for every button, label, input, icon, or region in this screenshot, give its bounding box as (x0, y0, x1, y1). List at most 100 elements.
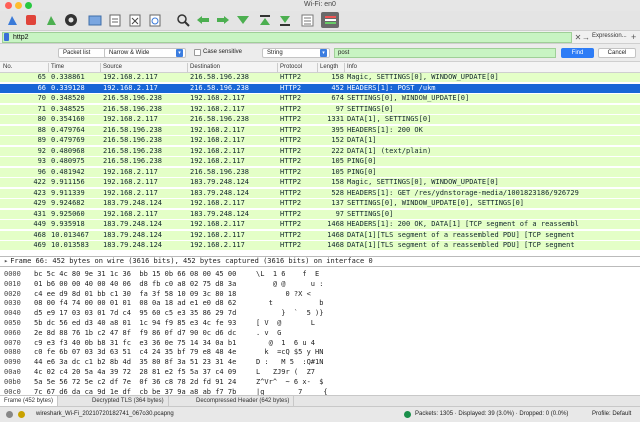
add-filter-button[interactable]: + (631, 32, 636, 42)
packet-row[interactable]: 80 0.354160 192.168.2.117 216.58.196.238 HTT… (0, 115, 640, 124)
packet-row[interactable]: 92 0.480968 216.58.196.238 192.168.2.117 HTT… (0, 146, 640, 156)
go-to-packet-icon[interactable] (235, 12, 251, 28)
hex-row[interactable]: 0070 c9 e3 f3 40 0b b8 31 fc e3 36 0e 75 … (0, 339, 640, 348)
capture-comment-icon[interactable] (18, 411, 25, 418)
packet-cell-no: 423 (33, 188, 46, 197)
hex-row[interactable]: 0000 bc 5c 4c 80 9e 31 1c 36 bb 15 0b 66 … (0, 270, 640, 279)
packet-row[interactable]: 96 0.481942 192.168.2.117 216.58.196.238 HTT… (0, 167, 640, 177)
hex-off: 0060 (4, 328, 21, 337)
close-file-icon[interactable] (127, 12, 143, 28)
packet-cell-proto: HTTP2 (280, 220, 302, 228)
hex-off: 00b0 (4, 377, 21, 386)
expert-info-icon[interactable] (6, 411, 13, 418)
packet-row[interactable]: 431 9.925060 192.168.2.117 183.79.248.124 HT… (0, 209, 640, 219)
packet-cell-src: 192.168.2.117 (103, 178, 158, 186)
hex-row[interactable]: 00a0 4c 02 c4 20 5a 4a 39 72 28 81 e2 f5 … (0, 368, 640, 377)
status-bar: wireshark_Wi-Fi_20210720182741_067o30.pc… (0, 406, 640, 422)
packet-cell-src: 183.79.248.124 (103, 220, 163, 228)
expression-button[interactable]: Expression... (592, 33, 627, 39)
shark-fin-start-icon[interactable] (4, 12, 20, 28)
packet-row[interactable]: 70 0.348520 216.58.196.238 192.168.2.117 HTT… (0, 94, 640, 103)
packet-cell-time: 0.348525 (51, 104, 85, 113)
hex-bytes: c9 e3 f3 40 0b b8 31 fc e3 36 0e 75 14 3… (34, 338, 237, 347)
stop-icon[interactable] (23, 12, 39, 28)
hex-row[interactable]: 0080 c0 fe 6b 07 03 3d 63 51 c4 24 35 bf … (0, 348, 640, 357)
hex-row[interactable]: 00b0 5a 5e 56 72 5e c2 df 7e 0f 36 c8 78 … (0, 378, 640, 387)
packet-cell-no: 449 (33, 220, 46, 228)
go-first-icon[interactable] (257, 12, 273, 28)
find-input[interactable]: post (334, 48, 556, 58)
packet-cell-dst: 216.58.196.238 (190, 115, 250, 123)
hex-row[interactable]: 0090 44 e6 3a dc c1 b2 8b 4d 35 80 8f 3a … (0, 358, 640, 367)
packet-cell-proto: HTTP2 (280, 199, 302, 207)
open-folder-icon[interactable] (87, 12, 103, 28)
search-icon[interactable] (175, 12, 191, 28)
save-icon[interactable] (107, 12, 123, 28)
packet-details[interactable]: ▸ Frame 66: 452 bytes on wire (3616 bits)… (0, 256, 640, 267)
packet-cell-no: 92 (37, 146, 46, 155)
search-type-select[interactable]: String ▾ (262, 48, 330, 58)
display-filter-input[interactable] (2, 32, 572, 43)
column-header-no[interactable]: No. (3, 64, 12, 70)
bookmark-icon[interactable] (4, 33, 9, 41)
packet-row[interactable]: 468 10.013467 183.79.248.124 192.168.2.117 H… (0, 230, 640, 240)
go-forward-icon[interactable] (215, 12, 231, 28)
column-header-protocol[interactable]: Protocol (280, 64, 302, 70)
column-header-time[interactable]: Time (51, 64, 64, 70)
packet-row[interactable]: 422 9.911156 192.168.2.117 183.79.248.124 HT… (0, 178, 640, 187)
packet-cell-info: SETTINGS[0], WINDOW_UPDATE[0], SETTINGS[… (347, 199, 525, 207)
chevron-down-icon: ▾ (176, 49, 183, 57)
column-header-length[interactable]: Length (320, 64, 338, 70)
restart-icon[interactable] (43, 12, 59, 28)
case-sensitive-checkbox[interactable] (194, 49, 201, 56)
column-header-info[interactable]: Info (347, 64, 357, 70)
packet-row[interactable]: 71 0.348525 216.58.196.238 192.168.2.117 HTT… (0, 104, 640, 114)
clear-filter-icon[interactable]: ✕ (574, 33, 582, 42)
apply-filter-arrow-icon[interactable]: → (582, 33, 590, 42)
hex-row[interactable]: 0040 d5 e9 17 03 03 01 7d c4 95 60 c5 e3 … (0, 309, 640, 318)
options-gear-icon[interactable] (63, 12, 79, 28)
profile-label[interactable]: Profile: Default (592, 411, 631, 417)
packet-cell-info: DATA[1] (347, 136, 377, 144)
hex-row[interactable]: 0020 c4 ee d9 8d 01 bb c1 30 fa 3f 58 10 … (0, 290, 640, 299)
hex-row[interactable]: 00c0 7c 67 d6 da ca 9d 1e df cb be 37 9a … (0, 388, 640, 395)
packet-row[interactable]: 93 0.480975 216.58.196.238 192.168.2.117 HTT… (0, 157, 640, 166)
packet-cell-no: 93 (37, 157, 46, 165)
packet-cell-info: DATA[1] (text/plain) (347, 146, 432, 155)
packet-row[interactable]: 89 0.479769 216.58.196.238 192.168.2.117 HTT… (0, 136, 640, 145)
expand-triangle-icon[interactable]: ▸ (4, 257, 8, 265)
autoscroll-icon[interactable] (299, 12, 315, 28)
hex-row[interactable]: 0030 08 00 f4 74 00 00 01 01 08 0a 18 ad … (0, 299, 640, 308)
hex-ascii: D : M 5 :Q#1N (256, 358, 324, 367)
hex-bytes: 01 b6 00 00 40 00 40 06 d8 fb c0 a8 02 7… (34, 279, 237, 288)
packet-cell-len: 1468 (327, 220, 344, 228)
find-button[interactable]: Find (561, 48, 594, 58)
column-header-source[interactable]: Source (103, 64, 122, 70)
packet-row[interactable]: 469 10.013583 183.79.248.124 192.168.2.117 H… (0, 241, 640, 250)
packet-cell-no: 71 (37, 104, 46, 113)
packet-row[interactable]: 66 0.339128 192.168.2.117 216.58.196.238 HTT… (0, 83, 640, 93)
packet-row[interactable]: 65 0.338861 192.168.2.117 216.58.196.238 HTT… (0, 73, 640, 82)
packet-cell-time: 0.480968 (51, 146, 85, 155)
hex-row[interactable]: 0010 01 b6 00 00 40 00 40 06 d8 fb c0 a8 … (0, 280, 640, 289)
packet-row[interactable]: 88 0.479764 216.58.196.238 192.168.2.117 HTT… (0, 125, 640, 135)
go-back-icon[interactable] (195, 12, 211, 28)
packet-cell-info: HEADERS[1]: GET /res/ydnstorage-media/10… (347, 188, 579, 197)
packet-cell-info: SETTINGS[0] (347, 104, 394, 113)
packet-row[interactable]: 423 9.911339 192.168.2.117 183.79.248.124 HT… (0, 188, 640, 198)
hex-row[interactable]: 0060 2e 8d 88 76 1b c2 47 8f f9 86 0f d7 … (0, 329, 640, 338)
packet-cell-proto: HTTP2 (280, 157, 302, 165)
hex-row[interactable]: 0050 5b dc 56 ed d3 40 a8 01 1c 94 f9 85 … (0, 319, 640, 328)
column-header-destination[interactable]: Destination (190, 64, 220, 70)
go-last-icon[interactable] (277, 12, 293, 28)
reload-icon[interactable] (147, 12, 163, 28)
character-width-select[interactable]: Narrow & Wide ▾ (104, 48, 186, 58)
packet-cell-dst: 192.168.2.117 (190, 220, 245, 228)
packet-cell-time: 10.013583 (51, 241, 89, 249)
cancel-button[interactable]: Cancel (598, 48, 636, 58)
colorize-icon[interactable] (321, 12, 339, 28)
packet-cell-len: 158 (331, 178, 344, 186)
packet-row[interactable]: 429 9.924682 183.79.248.124 192.168.2.117 HT… (0, 199, 640, 208)
packet-row[interactable]: 449 9.935918 183.79.248.124 192.168.2.117 HT… (0, 220, 640, 229)
packet-cell-proto: HTTP2 (280, 230, 302, 239)
